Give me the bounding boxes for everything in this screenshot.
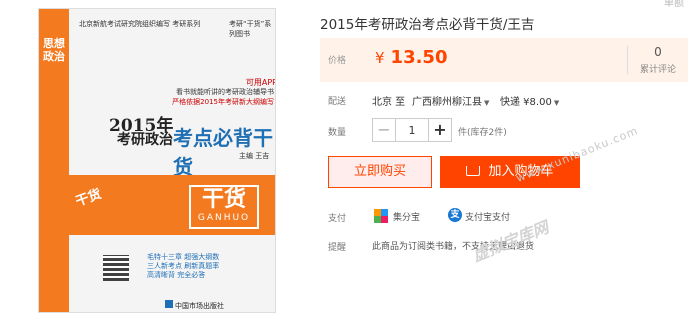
review-count[interactable]: 0 (638, 45, 678, 59)
ship-from: 北京 至 (372, 97, 406, 108)
payment-label: 支付 (328, 214, 347, 224)
quantity-increase-button[interactable]: + (428, 118, 452, 142)
quantity-input[interactable] (395, 118, 429, 142)
currency-symbol: ¥ (375, 49, 385, 67)
cover-subtitle-1: 看书就能听讲的考研政治辅导书 (176, 88, 274, 96)
express-select[interactable]: 快递 ¥8.00 ▼ (500, 93, 559, 108)
cover-author: 主编 王吉 (239, 152, 270, 160)
payment-option-jifenbao: 集分宝 (393, 213, 421, 223)
cover-spine-text: 思想政治 (43, 37, 65, 63)
cover-kaoyan: 考研政治 (117, 132, 173, 148)
cover-series-right: 考研“干货”系列图书 (229, 20, 272, 38)
stock-text: 件(库存2件) (458, 128, 507, 138)
shipping-label: 配送 (328, 97, 347, 107)
publisher-logo-icon (165, 300, 173, 308)
express-text: 快递 ¥8.00 (500, 97, 552, 108)
chevron-down-icon: ▼ (484, 99, 490, 107)
tip-label: 提醒 (328, 243, 347, 253)
cover-ganhuo-cn: 干货 (201, 187, 246, 212)
product-title: 2015年考研政治考点必背干货/王吉 (320, 17, 535, 33)
price-panel: 价格 ¥13.50 0 累计评论 (320, 38, 688, 82)
price-amount: 13.50 (390, 47, 448, 68)
cover-subtitle-2: 严格依据2015年考研新大纲编写 (172, 98, 274, 106)
price-value: ¥13.50 (375, 47, 447, 68)
top-corner-text: 单额 (664, 0, 684, 9)
cover-series: 北京新航考试研究院组织编写 考研系列 (79, 20, 201, 28)
buy-now-button[interactable]: 立即购买 (328, 156, 432, 188)
review-label[interactable]: 累计评论 (638, 62, 678, 75)
quantity-label: 数量 (328, 128, 347, 138)
cover-ganhuo-logo: 干货 GANHUO (189, 185, 259, 229)
chevron-down-icon: ▼ (553, 99, 560, 107)
quantity-decrease-button[interactable]: − (372, 118, 396, 142)
jifenbao-icon (374, 209, 388, 223)
cart-icon (466, 166, 481, 176)
ship-to-select[interactable]: 广西柳州柳江县 ▼ (412, 93, 489, 108)
review-divider (627, 46, 628, 74)
ship-to-text: 广西柳州柳江县 (412, 97, 482, 108)
cover-ganhuo-en: GANHUO (197, 213, 251, 223)
cover-publisher: 中国市场出版社 (175, 302, 224, 310)
qr-code-icon (103, 255, 129, 281)
price-label: 价格 (328, 56, 347, 66)
product-image[interactable]: 思想政治 北京新航考试研究院组织编写 考研系列 考研“干货”系列图书 可用APP… (38, 8, 276, 313)
payment-option-alipay: 支付宝支付 (465, 213, 511, 223)
alipay-icon: 支 (448, 208, 462, 222)
cover-features: 毛特十三章 超强大纲数 三人新考点 刷新真题率 高清晰背 完全必答 (147, 253, 220, 279)
